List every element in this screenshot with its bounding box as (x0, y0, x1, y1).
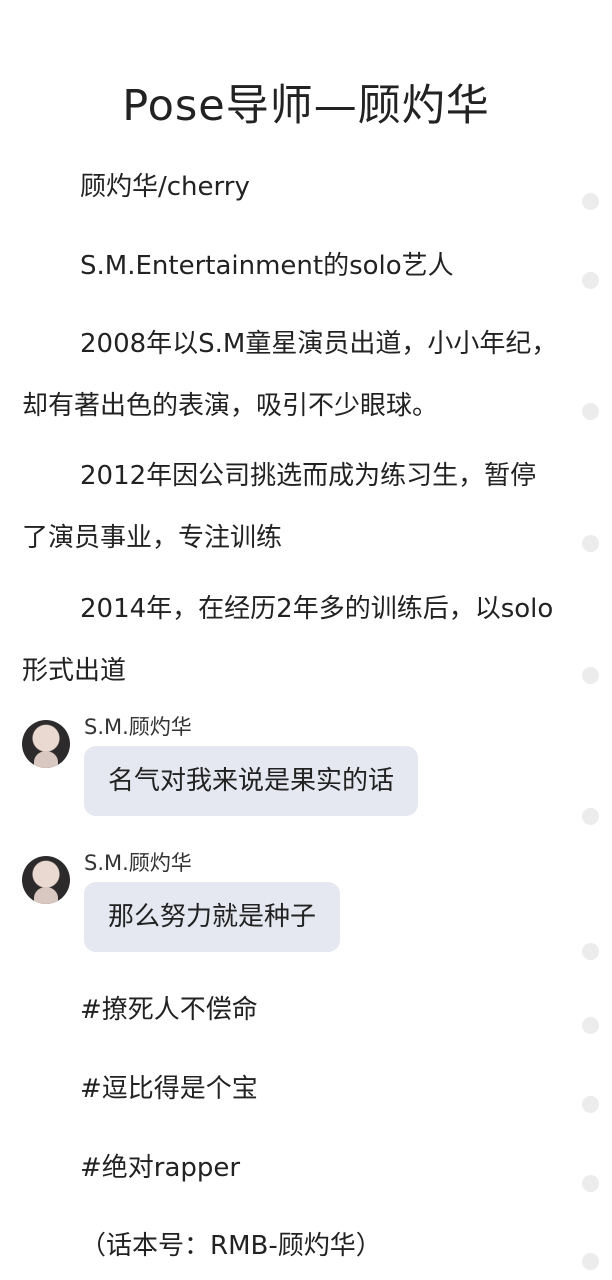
dot-icon (582, 808, 599, 825)
intro-paragraph-2014: 2014年，在经历2年多的训练后，以solo形式出道 (22, 594, 554, 686)
intro-paragraph-agency: S.M.Entertainment的solo艺人 (80, 251, 454, 281)
dot-icon (582, 535, 599, 552)
dot-icon (582, 1253, 599, 1270)
message-sender: S.M.顾灼华 (84, 851, 192, 875)
avatar[interactable] (22, 720, 70, 768)
hashtag[interactable]: #逗比得是个宝 (22, 1058, 562, 1120)
dot-icon (582, 1175, 599, 1192)
dot-icon (582, 403, 599, 420)
dot-icon (582, 667, 599, 684)
avatar[interactable] (22, 856, 70, 904)
dot-icon (582, 1017, 599, 1034)
message-bubble[interactable]: 那么努力就是种子 (84, 882, 341, 952)
message-sender: S.M.顾灼华 (84, 715, 192, 739)
dot-icon (582, 193, 599, 210)
intro-paragraph-2012: 2012年因公司挑选而成为练习生，暂停了演员事业，专注训练 (22, 461, 537, 553)
dot-icon (582, 943, 599, 960)
message-bubble[interactable]: 名气对我来说是果实的话 (84, 746, 419, 816)
hashtag[interactable]: #撩死人不偿命 (22, 979, 562, 1041)
dot-icon (582, 1096, 599, 1113)
hashtag[interactable]: #绝对rapper (22, 1137, 562, 1199)
footer-note: （话本号：RMB-顾灼华） (80, 1231, 382, 1261)
intro-paragraph-name: 顾灼华/cherry (80, 172, 250, 202)
page-title: Pose导师—顾灼华 (122, 81, 490, 131)
dot-icon (582, 272, 599, 289)
intro-paragraph-2008: 2008年以S.M童星演员出道，小小年纪，却有著出色的表演，吸引不少眼球。 (22, 329, 558, 421)
